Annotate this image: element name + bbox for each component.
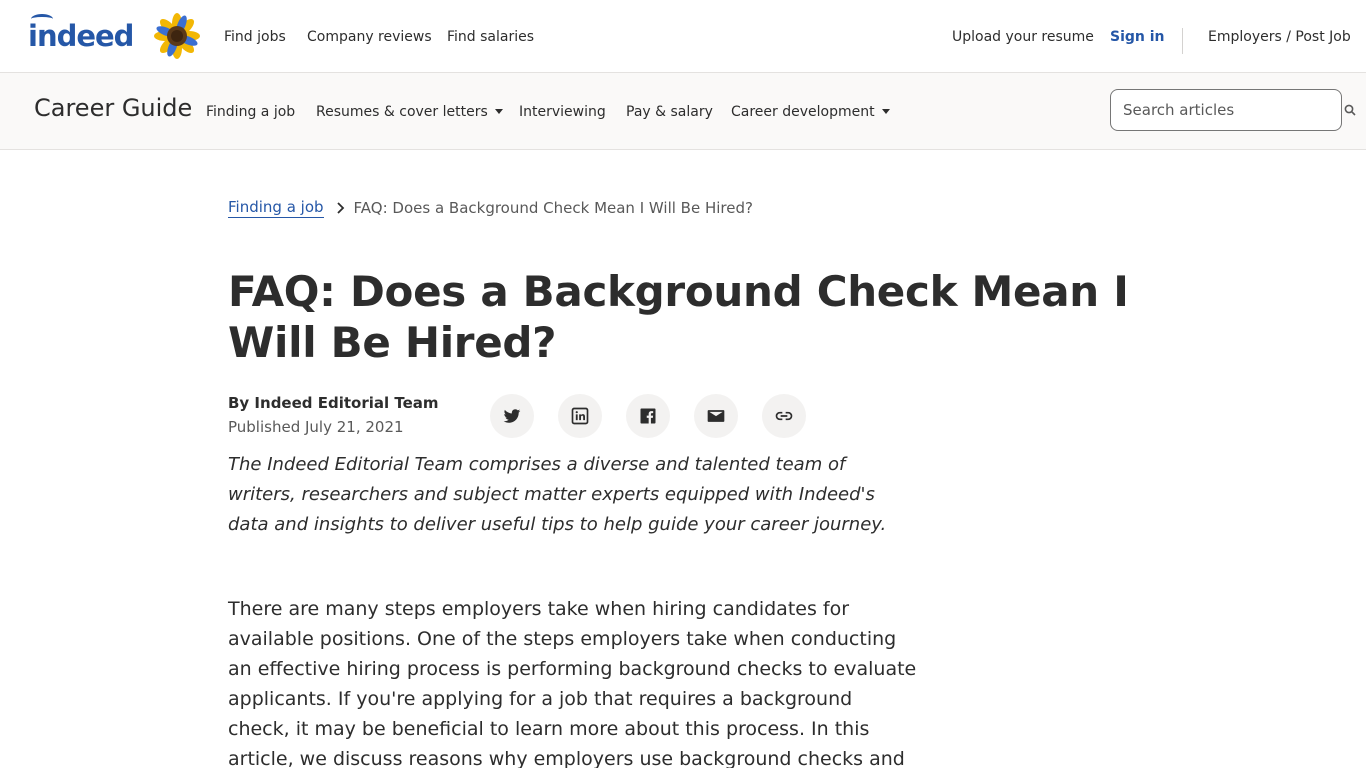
guide-nav-interviewing[interactable]: Interviewing xyxy=(519,73,606,150)
nav-upload-resume[interactable]: Upload your resume xyxy=(952,0,1094,73)
guide-nav-finding-a-job[interactable]: Finding a job xyxy=(206,73,295,150)
guide-nav-pay-salary[interactable]: Pay & salary xyxy=(626,73,713,150)
email-icon xyxy=(707,410,725,422)
nav-find-jobs[interactable]: Find jobs xyxy=(224,0,286,73)
chevron-down-icon xyxy=(881,109,890,114)
top-header: indeed Find jobs Company reviews Find sa… xyxy=(0,0,1366,73)
logo-text: indeed xyxy=(28,19,134,53)
article-intro-paragraph: There are many steps employers take when… xyxy=(228,598,917,768)
sunflower-icon xyxy=(154,13,200,59)
search-icon[interactable] xyxy=(1344,104,1356,116)
twitter-icon xyxy=(503,409,521,423)
share-facebook-button[interactable] xyxy=(626,394,670,438)
indeed-logo[interactable]: indeed xyxy=(28,14,134,53)
search-articles[interactable] xyxy=(1110,89,1342,131)
nav-find-jobs-label[interactable]: Find jobs xyxy=(224,29,286,45)
nav-employers-label[interactable]: Employers / Post Job xyxy=(1208,29,1351,45)
nav-company-reviews-label[interactable]: Company reviews xyxy=(307,29,432,45)
share-email-button[interactable] xyxy=(694,394,738,438)
guide-nav-interviewing-label[interactable]: Interviewing xyxy=(519,104,606,120)
guide-nav-career-development[interactable]: Career development xyxy=(731,73,890,150)
career-guide-title[interactable]: Career Guide xyxy=(34,93,192,123)
nav-company-reviews[interactable]: Company reviews xyxy=(307,0,432,73)
sign-in-link[interactable]: Sign in xyxy=(1110,0,1165,73)
logo-arc-icon xyxy=(31,14,53,24)
guide-nav-finding-a-job-label[interactable]: Finding a job xyxy=(206,104,295,120)
share-linkedin-button[interactable] xyxy=(558,394,602,438)
chevron-down-icon xyxy=(494,109,503,114)
article-title: FAQ: Does a Background Check Mean I Will… xyxy=(228,267,1129,367)
article-published-date: Published July 21, 2021 xyxy=(228,418,404,436)
breadcrumb: Finding a job FAQ: Does a Background Che… xyxy=(228,198,753,218)
guide-nav-resumes[interactable]: Resumes & cover letters xyxy=(316,73,503,150)
chevron-right-icon xyxy=(336,202,344,214)
share-twitter-button[interactable] xyxy=(490,394,534,438)
guide-nav-resumes-label[interactable]: Resumes & cover letters xyxy=(316,104,488,120)
nav-employers[interactable]: Employers / Post Job xyxy=(1208,0,1351,73)
link-icon xyxy=(775,411,793,421)
share-copy-link-button[interactable] xyxy=(762,394,806,438)
guide-nav-career-development-label[interactable]: Career development xyxy=(731,104,875,120)
breadcrumb-current: FAQ: Does a Background Check Mean I Will… xyxy=(353,199,753,217)
guide-nav-pay-salary-label[interactable]: Pay & salary xyxy=(626,104,713,120)
search-input[interactable] xyxy=(1111,90,1341,130)
nav-find-salaries[interactable]: Find salaries xyxy=(447,0,534,73)
linkedin-icon xyxy=(571,407,589,425)
article-author: By Indeed Editorial Team xyxy=(228,394,439,412)
career-guide-bar: Career Guide Finding a job Resumes & cov… xyxy=(0,73,1366,150)
facebook-icon xyxy=(640,408,656,424)
author-bio: The Indeed Editorial Team comprises a di… xyxy=(228,454,887,535)
nav-upload-resume-label[interactable]: Upload your resume xyxy=(952,29,1094,45)
nav-find-salaries-label[interactable]: Find salaries xyxy=(447,29,534,45)
header-divider xyxy=(1182,28,1183,54)
breadcrumb-finding-a-job[interactable]: Finding a job xyxy=(228,198,324,218)
sign-in-label[interactable]: Sign in xyxy=(1110,29,1165,45)
